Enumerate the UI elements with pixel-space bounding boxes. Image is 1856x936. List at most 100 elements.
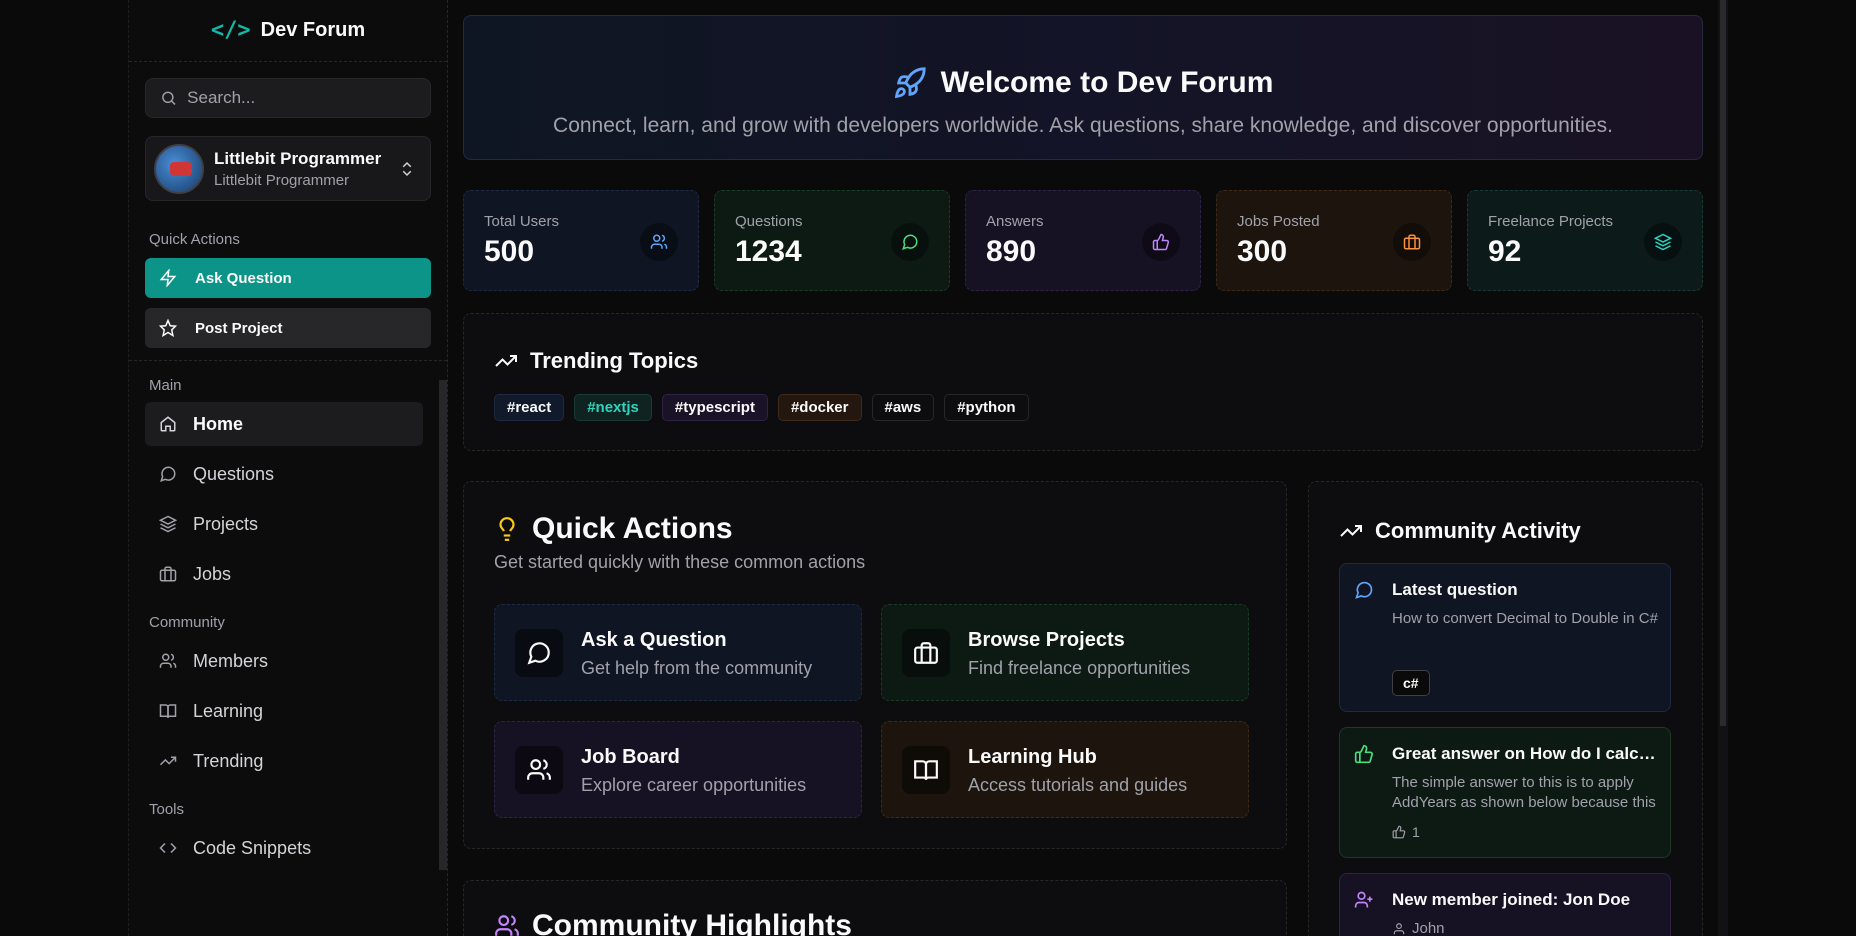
activity-great-answer[interactable]: Great answer on How do I calculate someo… xyxy=(1339,727,1671,858)
trending-icon xyxy=(159,752,177,770)
sidebar-item-jobs[interactable]: Jobs xyxy=(145,552,423,596)
sidebar: </> Dev Forum Littlebit Programmer Littl… xyxy=(128,0,448,936)
welcome-title: Welcome to Dev Forum xyxy=(941,66,1274,100)
activity-description: The simple answer to this is to apply Ad… xyxy=(1392,773,1662,813)
code-icon xyxy=(159,839,177,857)
activity-new-member[interactable]: New member joined: Jon Doe John xyxy=(1339,873,1671,936)
action-subtitle: Access tutorials and guides xyxy=(968,775,1187,796)
stat-card-answers[interactable]: Answers 890 xyxy=(965,190,1201,291)
community-highlights-title: Community Highlights xyxy=(532,909,852,936)
user-icon xyxy=(1392,922,1406,936)
stat-value: 92 xyxy=(1488,235,1521,269)
users-icon xyxy=(159,652,177,670)
layers-icon xyxy=(1644,223,1682,261)
welcome-title-row: Welcome to Dev Forum xyxy=(464,66,1702,100)
action-subtitle: Get help from the community xyxy=(581,658,812,679)
sidebar-scrollbar[interactable] xyxy=(439,380,447,870)
tag-python[interactable]: #python xyxy=(944,394,1028,421)
trending-icon xyxy=(1339,519,1363,543)
sidebar-item-trending[interactable]: Trending xyxy=(145,739,423,783)
message-icon xyxy=(1354,580,1374,600)
sidebar-item-home[interactable]: Home xyxy=(145,402,423,446)
ask-a-question-action[interactable]: Ask a Question Get help from the communi… xyxy=(494,604,862,701)
sidebar-item-code-snippets[interactable]: Code Snippets xyxy=(145,826,423,870)
main-section-label: Main xyxy=(149,377,447,394)
book-icon xyxy=(159,702,177,720)
tag-react[interactable]: #react xyxy=(494,394,564,421)
community-highlights-card: Community Highlights xyxy=(463,880,1287,936)
sidebar-item-label: Trending xyxy=(193,751,263,772)
sidebar-item-learning[interactable]: Learning xyxy=(145,689,423,733)
layers-icon xyxy=(159,515,177,533)
user-switcher[interactable]: Littlebit Programmer Littlebit Programme… xyxy=(145,136,431,201)
community-section-label: Community xyxy=(149,614,447,631)
sidebar-item-members[interactable]: Members xyxy=(145,639,423,683)
chevrons-up-down-icon[interactable] xyxy=(398,159,416,179)
thumbs-up-icon xyxy=(1142,223,1180,261)
scrollbar-thumb[interactable] xyxy=(1720,0,1726,726)
activity-latest-question[interactable]: Latest question How to convert Decimal t… xyxy=(1339,563,1671,712)
star-icon xyxy=(159,319,177,337)
message-icon xyxy=(891,223,929,261)
browse-projects-action[interactable]: Browse Projects Find freelance opportuni… xyxy=(881,604,1249,701)
quick-actions-label: Quick Actions xyxy=(149,231,447,248)
thumbs-up-icon xyxy=(1392,825,1406,839)
activity-tag[interactable]: c# xyxy=(1392,670,1430,696)
stat-card-freelance-projects[interactable]: Freelance Projects 92 xyxy=(1467,190,1703,291)
welcome-banner: Welcome to Dev Forum Connect, learn, and… xyxy=(463,15,1703,160)
trending-topics-header: Trending Topics xyxy=(494,348,698,374)
tag-typescript[interactable]: #typescript xyxy=(662,394,768,421)
stat-value: 1234 xyxy=(735,235,802,269)
sidebar-item-label: Jobs xyxy=(193,564,231,585)
thumbs-up-icon xyxy=(1354,744,1374,764)
quick-actions-header: Quick Actions xyxy=(494,512,733,546)
learning-hub-action[interactable]: Learning Hub Access tutorials and guides xyxy=(881,721,1249,818)
quick-actions-card: Quick Actions Get started quickly with t… xyxy=(463,481,1287,849)
stat-card-jobs-posted[interactable]: Jobs Posted 300 xyxy=(1216,190,1452,291)
job-board-action[interactable]: Job Board Explore career opportunities xyxy=(494,721,862,818)
book-icon xyxy=(902,746,950,794)
action-subtitle: Explore career opportunities xyxy=(581,775,806,796)
briefcase-icon xyxy=(902,629,950,677)
brand[interactable]: </> Dev Forum xyxy=(129,0,447,62)
search-box[interactable] xyxy=(145,78,431,118)
briefcase-icon xyxy=(1393,223,1431,261)
activity-description-text: The simple answer to this is to apply Ad… xyxy=(1392,774,1656,811)
action-title: Ask a Question xyxy=(581,629,727,652)
community-activity-header: Community Activity xyxy=(1339,518,1581,544)
main-content: Welcome to Dev Forum Connect, learn, and… xyxy=(448,0,1728,936)
sidebar-item-label: Members xyxy=(193,651,268,672)
briefcase-icon xyxy=(159,565,177,583)
sidebar-item-label: Projects xyxy=(193,514,258,535)
likes-count[interactable]: 1 xyxy=(1392,824,1420,840)
search-input[interactable] xyxy=(187,88,416,108)
code-logo-icon: </> xyxy=(211,18,251,43)
action-title: Job Board xyxy=(581,746,680,769)
tag-nextjs[interactable]: #nextjs xyxy=(574,394,652,421)
lightbulb-icon xyxy=(494,516,520,542)
trending-tags: #react #nextjs #typescript #docker #aws … xyxy=(494,394,1029,421)
users-icon xyxy=(640,223,678,261)
tag-aws[interactable]: #aws xyxy=(872,394,935,421)
quick-actions-subtitle: Get started quickly with these common ac… xyxy=(494,552,865,573)
activity-title: Latest question xyxy=(1392,580,1662,600)
main-scrollbar[interactable] xyxy=(1718,0,1728,936)
stat-label: Total Users xyxy=(484,213,559,230)
user-plus-icon xyxy=(1354,890,1374,910)
sidebar-item-label: Questions xyxy=(193,464,274,485)
activity-description: How to convert Decimal to Double in C# xyxy=(1392,609,1662,629)
sidebar-item-projects[interactable]: Projects xyxy=(145,502,423,546)
stat-label: Answers xyxy=(986,213,1044,230)
member-name: John xyxy=(1412,919,1445,936)
stat-label: Questions xyxy=(735,213,803,230)
stat-card-total-users[interactable]: Total Users 500 xyxy=(463,190,699,291)
sidebar-item-questions[interactable]: Questions xyxy=(145,452,423,496)
community-activity-title: Community Activity xyxy=(1375,518,1581,544)
stat-card-questions[interactable]: Questions 1234 xyxy=(714,190,950,291)
post-project-label: Post Project xyxy=(195,320,283,337)
tag-docker[interactable]: #docker xyxy=(778,394,862,421)
stat-value: 300 xyxy=(1237,235,1287,269)
post-project-button[interactable]: Post Project xyxy=(145,308,431,348)
ask-question-button[interactable]: Ask Question xyxy=(145,258,431,298)
sidebar-item-label: Learning xyxy=(193,701,263,722)
